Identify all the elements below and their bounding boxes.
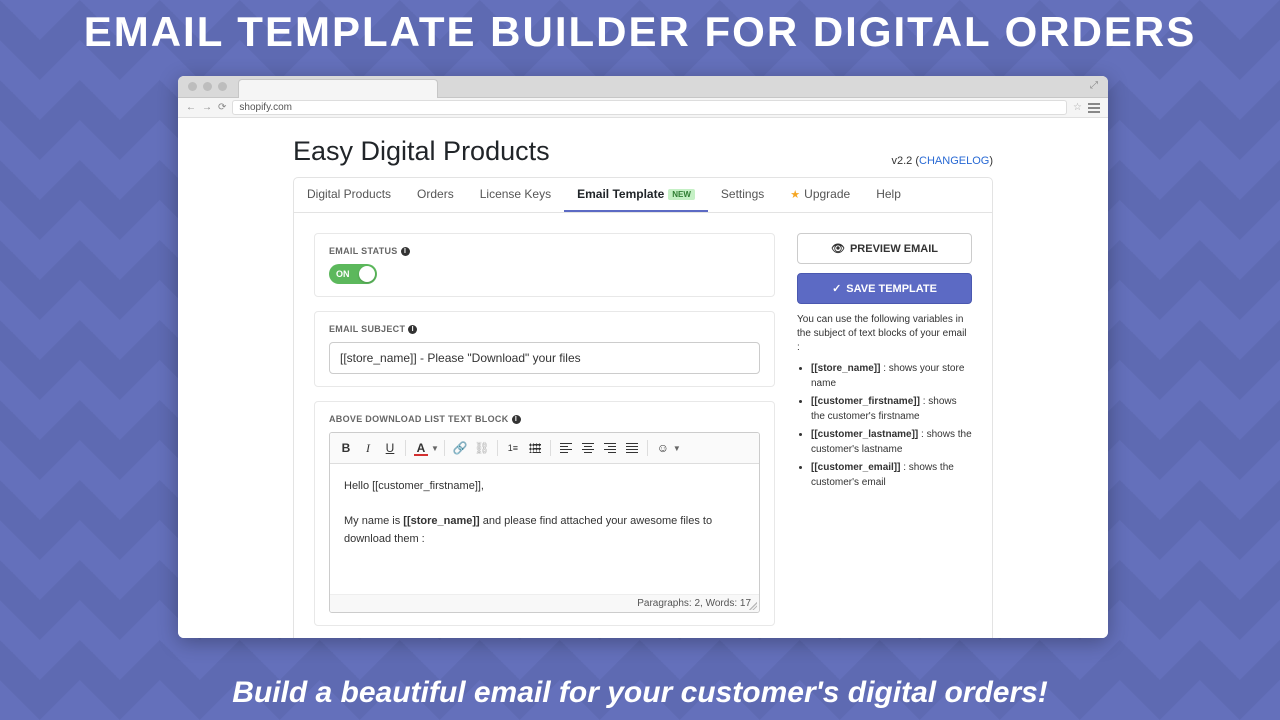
variables-list: [[store_name]] : shows your store name[[…	[797, 361, 972, 490]
tab-label: Upgrade	[804, 187, 850, 201]
version-label: v2.2 (CHANGELOG)	[892, 155, 994, 167]
reload-icon[interactable]: ⟳	[218, 102, 226, 113]
underline-button[interactable]: U	[380, 438, 400, 458]
email-status-label: EMAIL STATUS	[329, 246, 398, 256]
tab-license-keys[interactable]: License Keys	[467, 178, 564, 212]
tab-digital-products[interactable]: Digital Products	[294, 178, 404, 212]
color-dropdown-icon[interactable]: ▼	[431, 444, 439, 453]
tab-label: Help	[876, 187, 901, 201]
forward-icon[interactable]: →	[202, 102, 212, 113]
info-icon[interactable]: i	[408, 325, 417, 334]
text-color-button[interactable]: A	[411, 438, 431, 458]
eye-icon	[831, 242, 845, 255]
editor-status-bar: Paragraphs: 2, Words: 17	[330, 594, 759, 612]
variable-item: [[store_name]] : shows your store name	[811, 361, 972, 391]
variable-item: [[customer_firstname]] : shows the custo…	[811, 394, 972, 424]
bookmark-icon[interactable]: ☆	[1073, 102, 1082, 113]
tab-label: Digital Products	[307, 187, 391, 201]
save-template-button[interactable]: SAVE TEMPLATE	[797, 273, 972, 304]
tab-settings[interactable]: Settings	[708, 178, 777, 212]
variable-item: [[customer_email]] : shows the customer'…	[811, 460, 972, 490]
resize-grip-icon[interactable]	[749, 602, 757, 610]
align-justify-button[interactable]	[622, 438, 642, 458]
marketing-tagline: Build a beautiful email for your custome…	[0, 676, 1280, 710]
new-badge: NEW	[668, 189, 695, 200]
check-icon	[832, 282, 841, 295]
window-close-dot[interactable]	[188, 82, 197, 91]
rich-text-editor: B I U A▼ 🔗 ⛓ 1≡	[329, 432, 760, 613]
nav-tabs: Digital Products Orders License Keys Email …	[293, 177, 993, 213]
info-icon[interactable]: i	[512, 415, 521, 424]
changelog-link[interactable]: CHANGELOG	[919, 155, 989, 167]
ordered-list-button[interactable]: 1≡	[503, 438, 523, 458]
window-max-dot[interactable]	[218, 82, 227, 91]
tab-label: Orders	[417, 187, 454, 201]
star-icon: ★	[790, 188, 800, 201]
align-left-button[interactable]	[556, 438, 576, 458]
align-right-button[interactable]	[600, 438, 620, 458]
emoji-button[interactable]: ☺	[653, 438, 673, 458]
browser-menu-icon[interactable]	[1088, 103, 1100, 113]
tab-label: License Keys	[480, 187, 551, 201]
unordered-list-button[interactable]	[525, 438, 545, 458]
url-field[interactable]: shopify.com	[232, 100, 1067, 115]
above-block-label: ABOVE DOWNLOAD LIST TEXT BLOCK	[329, 414, 509, 424]
info-icon[interactable]: i	[401, 247, 410, 256]
editor-content[interactable]: Hello [[customer_firstname]], My name is…	[330, 464, 759, 594]
unlink-button[interactable]: ⛓	[472, 438, 492, 458]
bold-button[interactable]: B	[336, 438, 356, 458]
browser-window: ⤢ ← → ⟳ shopify.com ☆ Easy Digital Produ…	[178, 76, 1108, 638]
browser-address-bar: ← → ⟳ shopify.com ☆	[178, 98, 1108, 118]
email-subject-input[interactable]	[329, 342, 760, 374]
tab-label: Email Template	[577, 187, 664, 201]
link-button[interactable]: 🔗	[450, 438, 470, 458]
tab-label: Settings	[721, 187, 764, 201]
editor-toolbar: B I U A▼ 🔗 ⛓ 1≡	[330, 433, 759, 464]
preview-email-button[interactable]: PREVIEW EMAIL	[797, 233, 972, 264]
tab-orders[interactable]: Orders	[404, 178, 467, 212]
back-icon[interactable]: ←	[186, 102, 196, 113]
window-min-dot[interactable]	[203, 82, 212, 91]
browser-tab-strip: ⤢	[178, 76, 1108, 98]
emoji-dropdown-icon[interactable]: ▼	[673, 444, 681, 453]
tab-help[interactable]: Help	[863, 178, 914, 212]
marketing-headline: EMAIL TEMPLATE BUILDER FOR DIGITAL ORDER…	[0, 8, 1280, 56]
italic-button[interactable]: I	[358, 438, 378, 458]
page-title: Easy Digital Products	[293, 136, 550, 167]
variables-help-text: You can use the following variables in t…	[797, 313, 972, 355]
variable-item: [[customer_lastname]] : shows the custom…	[811, 427, 972, 457]
browser-tab[interactable]	[238, 79, 438, 98]
email-status-toggle[interactable]: ON	[329, 264, 377, 284]
align-center-button[interactable]	[578, 438, 598, 458]
fullscreen-icon[interactable]: ⤢	[1090, 80, 1102, 92]
tab-email-template[interactable]: Email Template NEW	[564, 178, 708, 212]
tab-upgrade[interactable]: ★ Upgrade	[777, 178, 863, 212]
email-subject-label: EMAIL SUBJECT	[329, 324, 405, 334]
